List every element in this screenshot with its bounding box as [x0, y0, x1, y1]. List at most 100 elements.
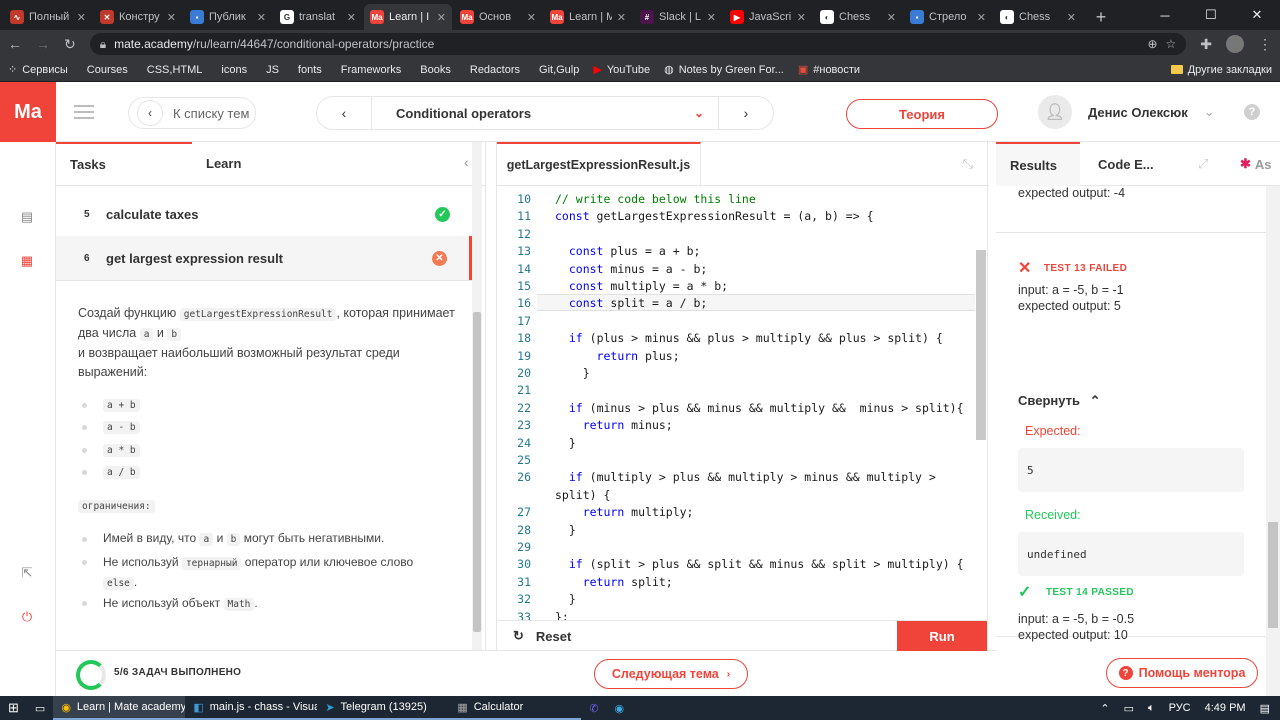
- bookmark-item[interactable]: Frameworks: [336, 64, 402, 76]
- maximize-button[interactable]: ☐: [1188, 0, 1234, 30]
- notifications-icon[interactable]: ▤: [1260, 702, 1270, 715]
- task-view-icon[interactable]: ▭: [27, 696, 53, 720]
- bookmark-item[interactable]: ◍ Notes by Green For...: [664, 63, 784, 77]
- browser-tab[interactable]: ◐ Chess ✕: [994, 4, 1082, 30]
- browser-tab[interactable]: ▪ Стрело ✕: [904, 4, 992, 30]
- minimize-button[interactable]: ─: [1142, 0, 1188, 30]
- browser-tab[interactable]: ✕ Констру ✕: [94, 4, 182, 30]
- close-tab-icon[interactable]: ✕: [347, 11, 356, 24]
- tab-tasks[interactable]: Tasks: [56, 142, 192, 185]
- close-tab-icon[interactable]: ✕: [167, 11, 176, 24]
- taskbar-app[interactable]: ▦ Calculator: [449, 696, 582, 720]
- taskbar-app[interactable]: ◧main.js - chass - Visua...: [185, 696, 318, 720]
- browser-tab[interactable]: Ma Learn | M ✕: [544, 4, 632, 30]
- browser-tab[interactable]: # Slack | L ✕: [634, 4, 722, 30]
- bookmark-item[interactable]: ⁘ Сервисы: [8, 63, 68, 77]
- back-to-topics-button[interactable]: ‹ К списку тем: [128, 97, 256, 129]
- task-item-5[interactable]: 5 calculate taxes ✓: [56, 192, 472, 236]
- language-indicator[interactable]: РУС: [1169, 702, 1191, 714]
- forward-arrow-icon[interactable]: →: [36, 36, 50, 52]
- close-tab-icon[interactable]: ✕: [1067, 11, 1076, 24]
- tab-learn[interactable]: Learn: [192, 142, 328, 185]
- taskbar-app[interactable]: ◉ Learn | Mate academy...: [53, 696, 186, 720]
- network-icon[interactable]: ▭: [1124, 702, 1134, 715]
- bookmark-item[interactable]: Courses: [82, 64, 128, 76]
- globe-icon: ◍: [664, 64, 674, 76]
- run-button[interactable]: Run: [897, 621, 987, 651]
- close-tab-icon[interactable]: ✕: [527, 11, 536, 24]
- hamburger-menu-icon[interactable]: [74, 105, 94, 119]
- next-topic-arrow-button[interactable]: ›: [719, 97, 773, 129]
- user-menu[interactable]: 👤︎ Денис Олексюк ⌄: [1038, 95, 1215, 129]
- other-bookmarks[interactable]: Другие закладки: [1170, 64, 1272, 76]
- close-tab-icon[interactable]: ✕: [707, 11, 716, 24]
- reset-button[interactable]: ↻ Reset: [513, 628, 571, 644]
- collapse-icon[interactable]: ⤡: [963, 156, 973, 172]
- reload-icon[interactable]: ↻: [64, 36, 76, 53]
- browser-tab[interactable]: ▶ JavaScri ✕: [724, 4, 812, 30]
- close-tab-icon[interactable]: ✕: [797, 11, 806, 24]
- new-tab-button[interactable]: +: [1088, 4, 1114, 30]
- bookmark-item[interactable]: CSS,HTML: [142, 64, 203, 76]
- tab-code-editor[interactable]: Code E...: [1098, 142, 1154, 186]
- profile-avatar[interactable]: [1226, 35, 1244, 53]
- taskbar-app[interactable]: ➤ Telegram (13925): [317, 696, 450, 720]
- star-icon[interactable]: ☆: [1166, 37, 1177, 51]
- bookmark-item[interactable]: Git,Gulp: [534, 64, 579, 76]
- mate-logo[interactable]: Ma: [0, 82, 56, 142]
- next-topic-button[interactable]: Следующая тема ›: [594, 659, 748, 689]
- bookmark-item[interactable]: ▣ #новости: [798, 63, 860, 77]
- windows-start-icon[interactable]: ⊞: [0, 696, 27, 720]
- bookmark-item[interactable]: icons: [216, 64, 247, 76]
- tray-chevron-icon[interactable]: ⌃: [1100, 702, 1109, 715]
- help-icon[interactable]: ?: [1244, 104, 1260, 120]
- expand-icon[interactable]: ⤢: [1198, 142, 1208, 186]
- bookmark-item[interactable]: Redactors: [465, 64, 520, 76]
- close-tab-icon[interactable]: ✕: [887, 11, 896, 24]
- browser-tab[interactable]: ◐ Chess ✕: [814, 4, 902, 30]
- editor-scrollbar[interactable]: [975, 188, 987, 620]
- clock[interactable]: 4:49 PM: [1205, 702, 1246, 714]
- browser-tab[interactable]: Ma Основ ✕: [454, 4, 542, 30]
- viber-icon[interactable]: ✆: [581, 696, 606, 720]
- browser-tab[interactable]: ▪ Публик ✕: [184, 4, 272, 30]
- power-icon[interactable]: ⏻: [20, 609, 34, 624]
- browser-tab[interactable]: Gtranslat ✕: [274, 4, 362, 30]
- bookmark-item[interactable]: ▶ YouTube: [593, 63, 650, 77]
- url-field[interactable]: 🔒︎ mate.academy/ru/learn/44647/condition…: [89, 33, 1187, 55]
- browser-tab[interactable]: ∿ Полный ✕: [4, 4, 92, 30]
- zoom-icon[interactable]: ⊕: [1147, 37, 1157, 51]
- grid-icon[interactable]: ▦: [20, 253, 34, 268]
- external-link-icon[interactable]: ⇱: [20, 565, 34, 580]
- tab-results[interactable]: Results: [996, 142, 1080, 186]
- task-item-6[interactable]: 6 get largest expression result ✕: [56, 236, 472, 280]
- bookmark-item[interactable]: fonts: [293, 64, 322, 76]
- prev-topic-button[interactable]: ‹: [317, 97, 371, 129]
- task-panel-scrollbar[interactable]: [472, 142, 482, 650]
- theory-button[interactable]: Теория: [846, 99, 998, 129]
- file-tab[interactable]: getLargestExpressionResult.js: [497, 142, 701, 186]
- menu-dots-icon[interactable]: ⋮: [1258, 36, 1272, 53]
- edge-icon[interactable]: ◉: [607, 696, 633, 720]
- topic-select[interactable]: Conditional operators ⌄: [371, 97, 719, 129]
- extensions-icon[interactable]: ✚: [1200, 36, 1212, 53]
- collapse-toggle[interactable]: Свернуть ⌃: [1018, 393, 1101, 409]
- close-tab-icon[interactable]: ✕: [617, 11, 626, 24]
- code-area[interactable]: 10 // write code below this line 11 const g…: [497, 188, 975, 620]
- document-icon[interactable]: ▤: [20, 209, 34, 224]
- bookmark-item[interactable]: JS: [261, 64, 279, 76]
- close-window-button[interactable]: ✕: [1234, 0, 1280, 30]
- back-arrow-icon[interactable]: ←: [8, 36, 22, 52]
- collapse-panel-icon[interactable]: ‹: [464, 154, 469, 170]
- code-line: if (minus > plus && minus && multiply &&…: [568, 400, 964, 415]
- results-scrollbar[interactable]: [1266, 186, 1280, 696]
- close-tab-icon[interactable]: ✕: [977, 11, 986, 24]
- volume-icon[interactable]: 🔈︎: [1148, 702, 1155, 715]
- bookmark-item[interactable]: Books: [415, 64, 451, 76]
- close-tab-icon[interactable]: ✕: [257, 11, 266, 24]
- close-tab-icon[interactable]: ✕: [77, 11, 86, 24]
- browser-tab[interactable]: Ma Learn | I ✕: [364, 4, 452, 30]
- tab-slack[interactable]: ✱ As: [1240, 142, 1272, 186]
- close-tab-icon[interactable]: ✕: [437, 11, 446, 24]
- mentor-help-button[interactable]: ? Помощь ментора: [1106, 658, 1258, 688]
